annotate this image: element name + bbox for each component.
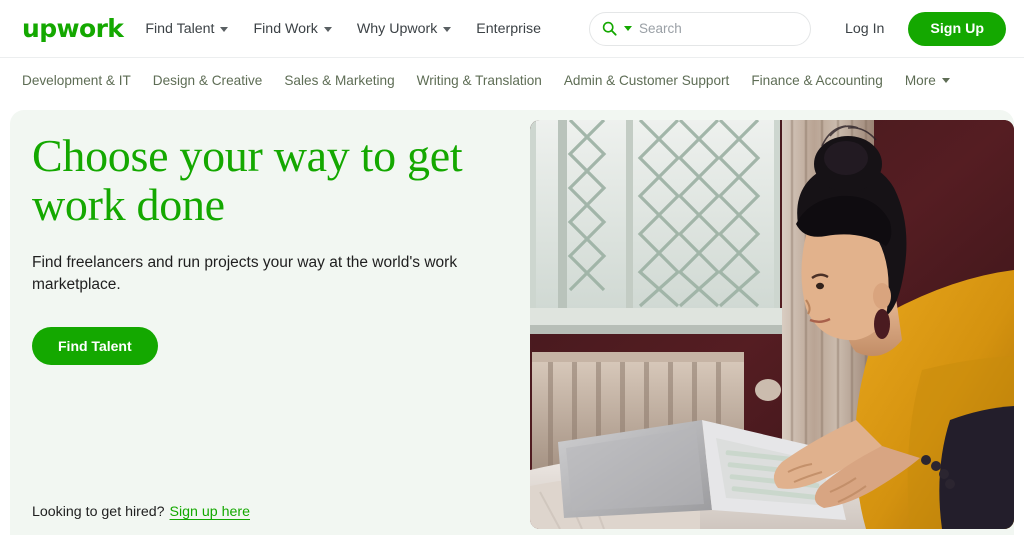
chevron-down-icon (220, 27, 229, 32)
hero-photo-illustration (530, 120, 1014, 529)
category-more[interactable]: More (905, 73, 950, 88)
upwork-logo[interactable]: upwork (22, 16, 124, 41)
main-navigation: Find Talent Find Work Why Upwork Enterpr… (145, 21, 541, 37)
category-admin-customer-support[interactable]: Admin & Customer Support (564, 73, 729, 88)
hero-footer-text: Looking to get hired? (32, 504, 165, 520)
nav-label: Find Talent (145, 20, 215, 37)
hero-subtitle: Find freelancers and run projects your w… (32, 253, 458, 293)
category-finance-accounting[interactable]: Finance & Accounting (751, 73, 883, 88)
category-sales-marketing[interactable]: Sales & Marketing (284, 73, 394, 88)
category-navigation: Development & IT Design & Creative Sales… (0, 57, 1024, 102)
nav-item-find-work[interactable]: Find Work (253, 20, 332, 37)
hero-section: Choose your way to get work done Find fr… (10, 110, 1014, 535)
search-input[interactable] (638, 21, 798, 36)
header-actions: Log In Sign Up (588, 11, 1006, 46)
hero-photo (530, 120, 1014, 529)
signup-button[interactable]: Sign Up (908, 11, 1006, 46)
category-more-label: More (904, 72, 936, 88)
hero-title-line-2: work done (32, 178, 225, 230)
login-link[interactable]: Log In (845, 21, 884, 37)
chevron-down-icon (443, 27, 452, 32)
hero-content: Choose your way to get work done Find fr… (32, 110, 512, 535)
category-design-creative[interactable]: Design & Creative (153, 73, 263, 88)
hero-title: Choose your way to get work done (32, 110, 512, 230)
search-icon (602, 21, 617, 36)
category-development-it[interactable]: Development & IT (22, 73, 131, 88)
nav-label: Find Work (253, 20, 318, 37)
upwork-homepage: upwork Find Talent Find Work Why Upwork … (0, 0, 1024, 535)
hero-footer: Looking to get hired? Sign up here (32, 504, 250, 520)
chevron-down-icon (941, 77, 950, 83)
category-writing-translation[interactable]: Writing & Translation (417, 73, 542, 88)
search-scope-chevron-down-icon[interactable] (623, 26, 632, 31)
nav-label: Enterprise (476, 20, 541, 37)
nav-item-enterprise[interactable]: Enterprise (476, 21, 541, 37)
nav-label: Why Upwork (356, 20, 438, 37)
hero-title-line-1: Choose your way to get (32, 130, 463, 181)
find-talent-button[interactable]: Find Talent (32, 326, 158, 365)
search-box[interactable] (588, 11, 811, 46)
sign-up-here-link[interactable]: Sign up here (170, 504, 250, 520)
nav-item-why-upwork[interactable]: Why Upwork (356, 20, 452, 37)
chevron-down-icon (323, 27, 332, 32)
nav-item-find-talent[interactable]: Find Talent (145, 20, 229, 37)
site-header: upwork Find Talent Find Work Why Upwork … (0, 0, 1024, 57)
